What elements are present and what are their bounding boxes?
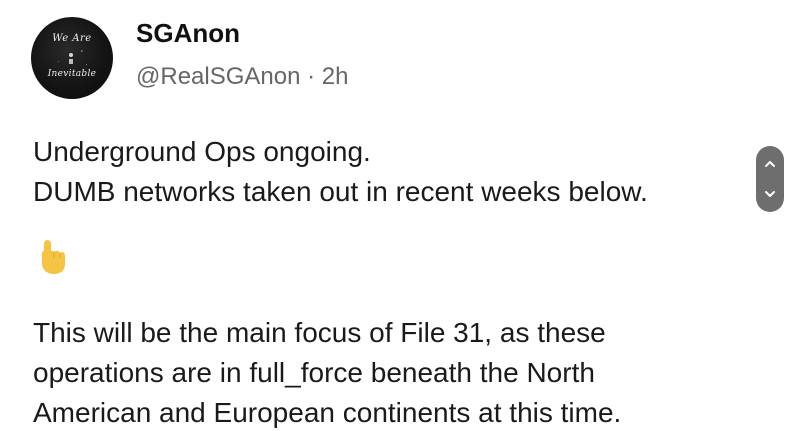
avatar-text-top: We Are [52,33,92,44]
avatar-texture [58,50,87,73]
chevron-up-icon[interactable] [756,154,784,174]
post-text-line: American and European continents at this… [33,397,622,428]
post-text-line: DUMB networks taken out in recent weeks … [33,176,648,207]
post-paragraph-2: This will be the main focus of File 31, … [33,313,621,431]
post-text-line: operations are in full_force beneath the… [33,357,595,388]
author-display-name[interactable]: SGAnon [136,18,240,49]
pointing-down-hand-icon [36,236,72,276]
post-timestamp[interactable]: 2h [322,63,349,90]
meta-separator: · [307,63,316,90]
scroll-control[interactable] [756,146,784,212]
author-handle[interactable]: @RealSGAnon [136,63,300,90]
avatar[interactable]: We Are Inevitable [31,17,113,99]
post-text-line: This will be the main focus of File 31, … [33,317,606,348]
author-meta: @RealSGAnon · 2h [136,63,349,91]
post-card: We Are Inevitable SGAnon @RealSGAnon · 2… [0,0,800,431]
post-text-line: Underground Ops ongoing. [33,136,371,167]
post-paragraph-1: Underground Ops ongoing. DUMB networks t… [33,132,648,212]
avatar-text-bottom: Inevitable [47,69,97,79]
chevron-down-icon[interactable] [756,184,784,204]
